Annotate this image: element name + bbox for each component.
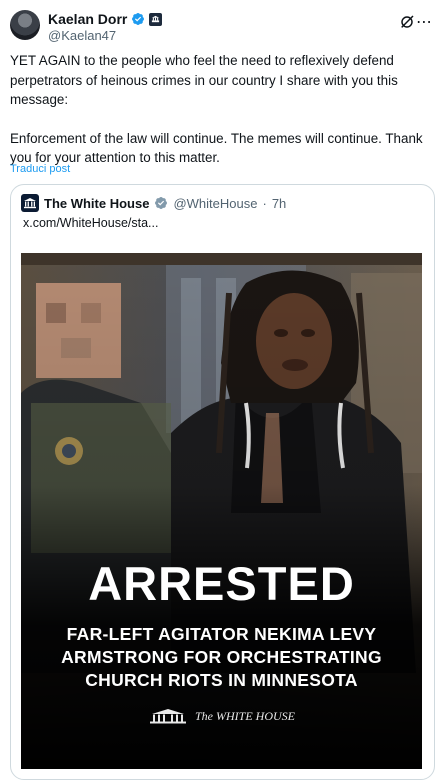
translate-post-link[interactable]: Traduci post (10, 163, 70, 175)
post-text: YET AGAIN to the people who feel the nee… (10, 51, 430, 168)
quoted-post-time: 7h (271, 195, 287, 211)
author-name-row: Kaelan Dorr (48, 11, 163, 27)
quoted-author-handle: @WhiteHouse (173, 195, 258, 211)
separator-dot: · (262, 195, 267, 211)
avatar[interactable] (10, 10, 40, 40)
white-house-building-icon (150, 709, 186, 724)
post: Kaelan Dorr @Kaelan47 ⋯ YET AGAIN to the… (0, 0, 443, 780)
verified-badge-icon (155, 197, 168, 209)
quoted-post-link[interactable]: x.com/WhiteHouse/sta... (23, 216, 158, 230)
image-headline-arrested: ARRESTED (88, 557, 355, 610)
white-house-logo-icon[interactable] (21, 194, 39, 212)
image-subheadline-line: FAR-LEFT AGITATOR NEKIMA LEVY (66, 624, 377, 644)
image-subheadline-line: CHURCH RIOTS IN MINNESOTA (85, 670, 358, 690)
white-house-wordmark: The WHITE HOUSE (195, 708, 295, 723)
quoted-post-header: The White House @WhiteHouse · 7h (21, 194, 286, 212)
image-subheadline-line: ARMSTRONG FOR ORCHESTRATING (61, 647, 382, 667)
post-paragraph: Enforcement of the law will continue. Th… (10, 130, 423, 166)
grok-icon[interactable] (399, 14, 415, 30)
affiliation-badge-icon (149, 12, 163, 26)
author-handle[interactable]: @Kaelan47 (48, 28, 116, 43)
post-header: Kaelan Dorr @Kaelan47 ⋯ (10, 8, 433, 44)
more-options-icon[interactable]: ⋯ (416, 12, 433, 32)
verified-badge-icon (132, 13, 145, 25)
author-name[interactable]: Kaelan Dorr (48, 11, 127, 27)
white-house-watermark: The WHITE HOUSE (21, 708, 422, 724)
image-subheadline: FAR-LEFT AGITATOR NEKIMA LEVY ARMSTRONG … (21, 623, 422, 692)
quoted-post[interactable]: The White House @WhiteHouse · 7h x.com/W… (10, 184, 435, 780)
post-paragraph: YET AGAIN to the people who feel the nee… (10, 53, 398, 107)
quoted-post-image[interactable]: ARRESTED FAR-LEFT AGITATOR NEKIMA LEVY A… (21, 253, 422, 769)
quoted-author-name: The White House (44, 195, 150, 211)
